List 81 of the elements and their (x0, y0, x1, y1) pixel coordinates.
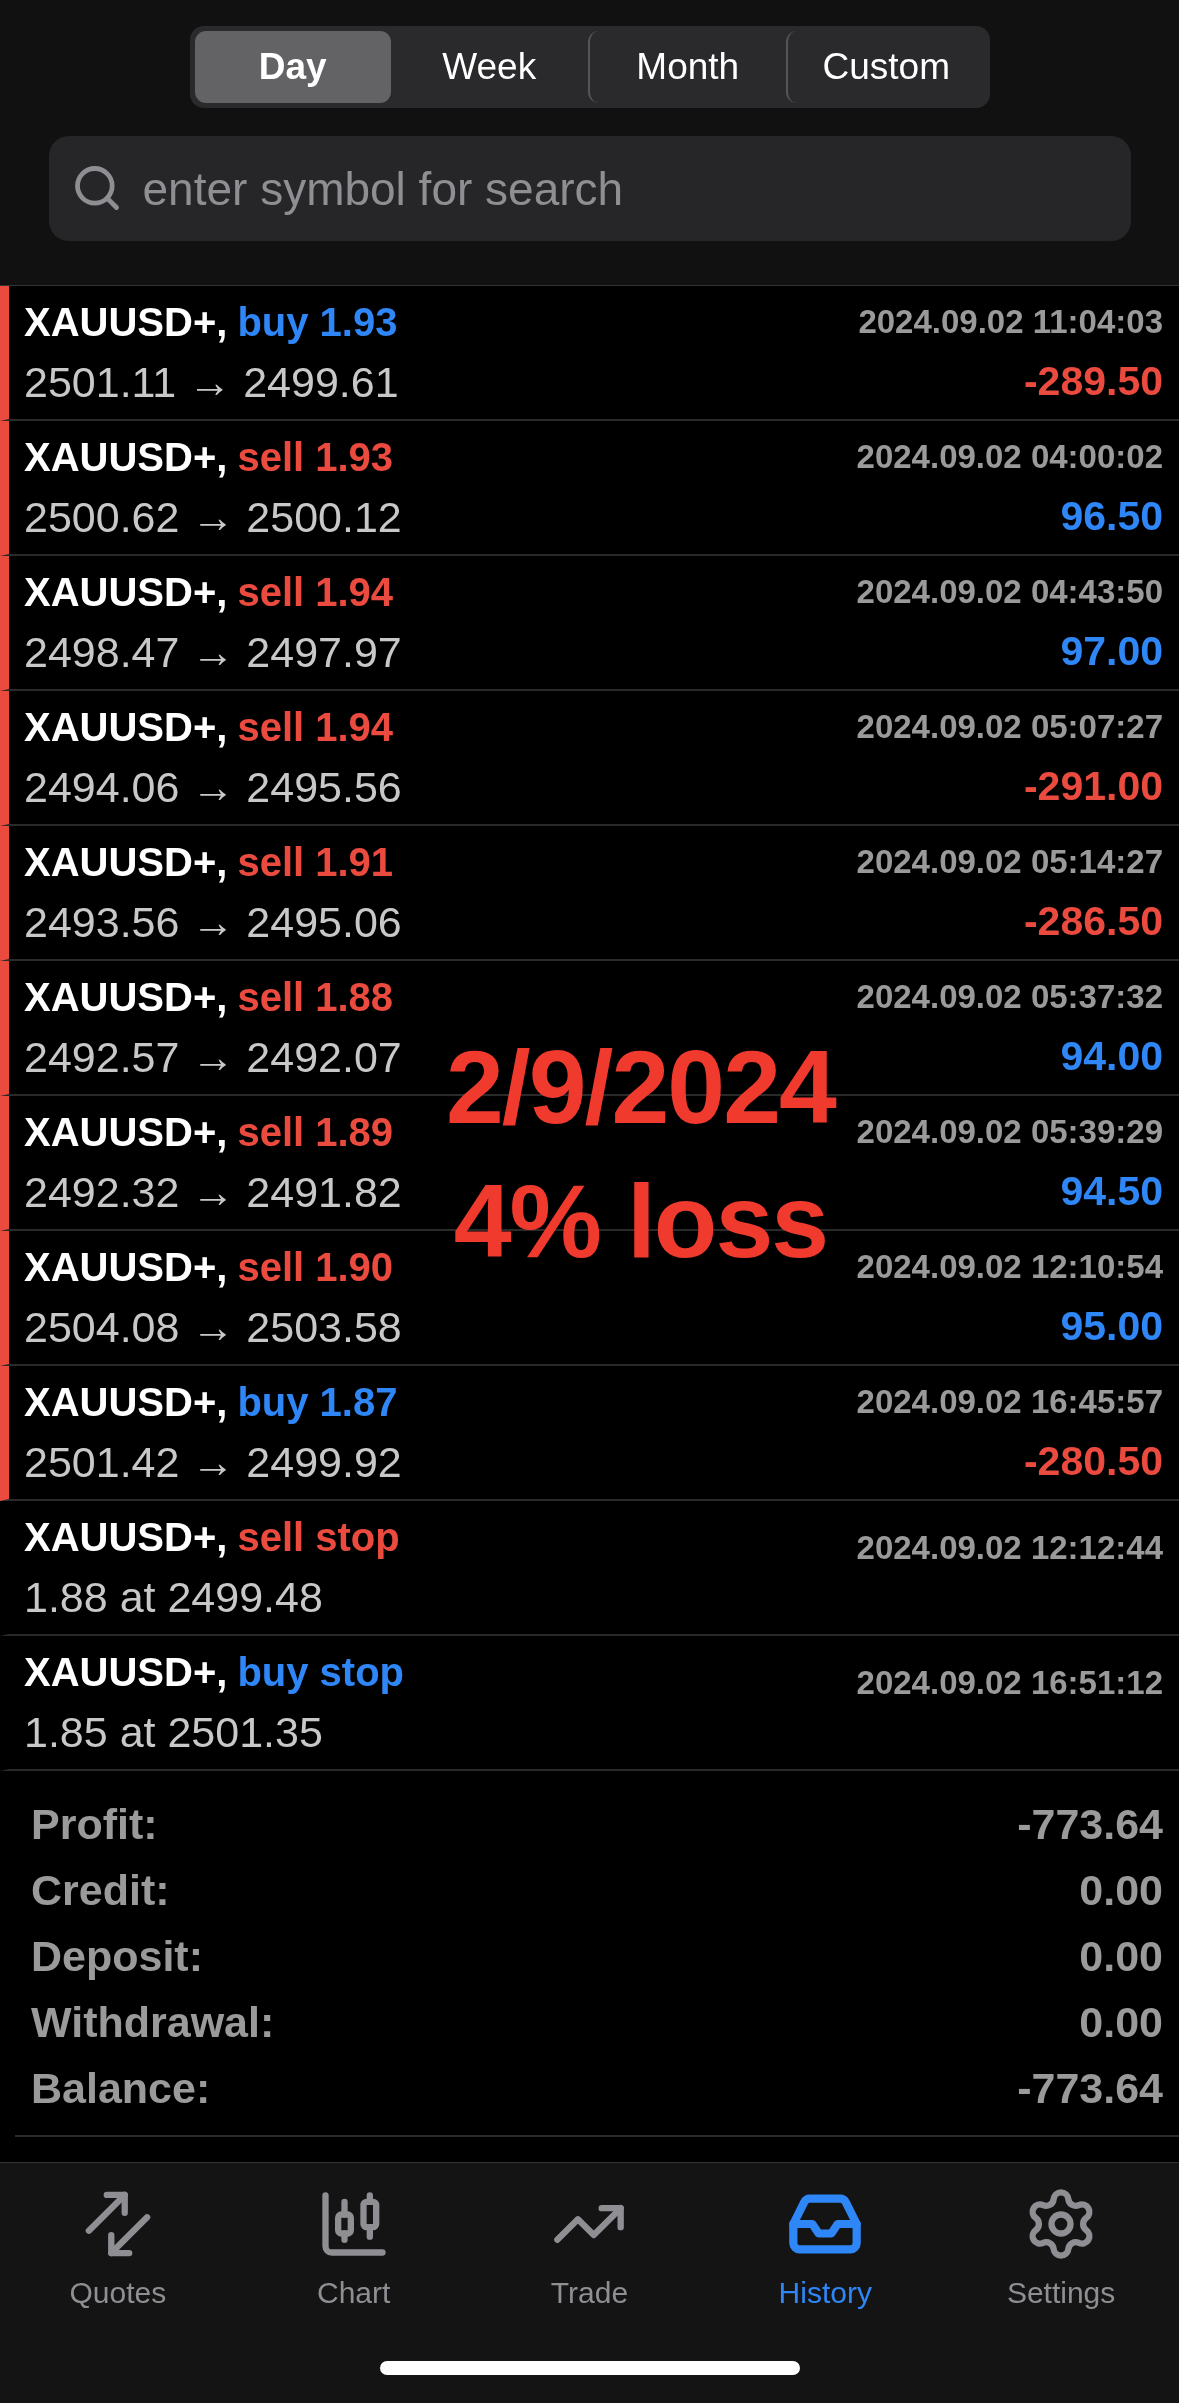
deal-row[interactable]: XAUUSD+, sell 1.94 2494.06 → 2495.56 2024.09.02 05:07:27 -291.00 (0, 691, 1179, 826)
price-text: 2493.56 → 2495.06 (24, 897, 402, 947)
trade-type: buy 1.87 (237, 1380, 398, 1426)
price-text: 2504.08 → 2503.58 (24, 1302, 402, 1352)
deal-row[interactable]: XAUUSD+, sell 1.94 2498.47 → 2497.97 2024.09.02 04:43:50 97.00 (0, 556, 1179, 691)
price-text: 2501.11 → 2499.61 (24, 357, 399, 407)
time-text: 2024.09.02 05:39:29 (856, 1112, 1163, 1151)
order-row[interactable]: XAUUSD+, buy stop 1.85 at 2501.35 2024.09.02 16:51:12 (0, 1636, 1179, 1771)
tab-bar-item[interactable]: Trade (471, 2185, 708, 2311)
price-text: 2494.06 → 2495.56 (24, 762, 402, 812)
tab-bar-item[interactable]: Quotes (0, 2185, 236, 2311)
time-text: 2024.09.02 04:00:02 (856, 437, 1163, 476)
tab-bar-item[interactable]: Chart (235, 2185, 472, 2311)
period-tab[interactable]: Month (587, 31, 786, 103)
deal-row[interactable]: XAUUSD+, sell 1.93 2500.62 → 2500.12 2024.09.02 04:00:02 96.50 (0, 421, 1179, 556)
period-tab[interactable]: Custom (786, 31, 985, 103)
deal-row[interactable]: XAUUSD+, buy 1.93 2501.11 → 2499.61 2024.09.02 11:04:03 -289.50 (0, 286, 1179, 421)
symbol-label: XAUUSD+, (24, 1380, 228, 1426)
period-tab[interactable]: Week (391, 31, 588, 103)
time-text: 2024.09.02 16:51:12 (856, 1664, 1163, 1703)
profit-value: 95.00 (1060, 1302, 1163, 1350)
trade-type: sell 1.94 (237, 705, 394, 751)
deal-row[interactable]: XAUUSD+, sell 1.91 2493.56 → 2495.06 2024.09.02 05:14:27 -286.50 (0, 826, 1179, 961)
profit-value: 96.50 (1060, 492, 1163, 540)
profit-value: -291.00 (1023, 762, 1163, 810)
trade-type: sell 1.90 (237, 1245, 394, 1291)
price-text: 2501.42 → 2499.92 (24, 1437, 402, 1487)
price-text: 1.88 at 2499.48 (24, 1572, 323, 1622)
time-text: 2024.09.02 05:07:27 (856, 707, 1163, 746)
summary-value: 0.00 (1079, 1865, 1163, 1915)
time-text: 2024.09.02 05:14:27 (856, 842, 1163, 881)
time-text: 2024.09.02 11:04:03 (858, 302, 1163, 341)
profit-value: -289.50 (1023, 357, 1163, 405)
summary-value: 0.00 (1079, 1931, 1163, 1981)
summary-label: Balance: (31, 2063, 211, 2113)
tab-bar-item[interactable]: History (707, 2185, 944, 2311)
profit-value: 94.50 (1060, 1167, 1163, 1215)
trade-type: sell 1.94 (237, 570, 394, 616)
price-text: 1.85 at 2501.35 (24, 1707, 323, 1757)
time-text: 2024.09.02 04:43:50 (856, 572, 1163, 611)
trade-type: sell 1.89 (237, 1110, 394, 1156)
profit-value: 94.00 (1060, 1032, 1163, 1080)
symbol-label: XAUUSD+, (24, 975, 228, 1021)
symbol-label: XAUUSD+, (24, 1650, 228, 1696)
price-text: 2500.62 → 2500.12 (24, 492, 402, 542)
order-row[interactable]: XAUUSD+, sell stop 1.88 at 2499.48 2024.09.02 12:12:44 (0, 1501, 1179, 1636)
time-text: 2024.09.02 05:37:32 (856, 977, 1163, 1016)
deal-row[interactable]: XAUUSD+, buy 1.87 2501.42 → 2499.92 2024.09.02 16:45:57 -280.50 (0, 1366, 1179, 1501)
summary-label: Credit: (31, 1865, 170, 1915)
symbol-label: XAUUSD+, (24, 435, 228, 481)
summary-value: -773.64 (1017, 1799, 1163, 1849)
trade-type: sell 1.88 (237, 975, 394, 1021)
time-text: 2024.09.02 16:45:57 (856, 1382, 1163, 1421)
trade-type: sell 1.91 (237, 840, 394, 886)
price-text: 2492.57 → 2492.07 (24, 1032, 402, 1082)
symbol-label: XAUUSD+, (24, 570, 228, 616)
symbol-label: XAUUSD+, (24, 840, 228, 886)
price-text: 2498.47 → 2497.97 (24, 627, 402, 677)
tab-bar-item[interactable]: Settings (943, 2185, 1179, 2311)
trade-type: buy 1.93 (237, 300, 398, 346)
search-field[interactable]: enter symbol for search (48, 136, 1131, 241)
trade-type: sell stop (237, 1515, 400, 1561)
period-tab[interactable]: Day (194, 31, 391, 103)
symbol-label: XAUUSD+, (24, 1515, 228, 1561)
summary-label: Deposit: (31, 1931, 203, 1981)
symbol-label: XAUUSD+, (24, 1110, 228, 1156)
trade-type: sell 1.93 (237, 435, 394, 481)
price-text: 2492.32 → 2491.82 (24, 1167, 402, 1217)
time-text: 2024.09.02 12:12:44 (856, 1529, 1163, 1568)
trade-type: buy stop (237, 1650, 405, 1696)
summary-value: -773.64 (1017, 2063, 1163, 2113)
symbol-label: XAUUSD+, (24, 300, 228, 346)
summary-label: Withdrawal: (31, 1997, 275, 2047)
summary-value: 0.00 (1079, 1997, 1163, 2047)
symbol-label: XAUUSD+, (24, 1245, 228, 1291)
profit-value: -286.50 (1023, 897, 1163, 945)
profit-value: 97.00 (1060, 627, 1163, 675)
symbol-label: XAUUSD+, (24, 705, 228, 751)
profit-value: -280.50 (1023, 1437, 1163, 1485)
summary-label: Profit: (31, 1799, 158, 1849)
time-text: 2024.09.02 12:10:54 (856, 1247, 1163, 1286)
